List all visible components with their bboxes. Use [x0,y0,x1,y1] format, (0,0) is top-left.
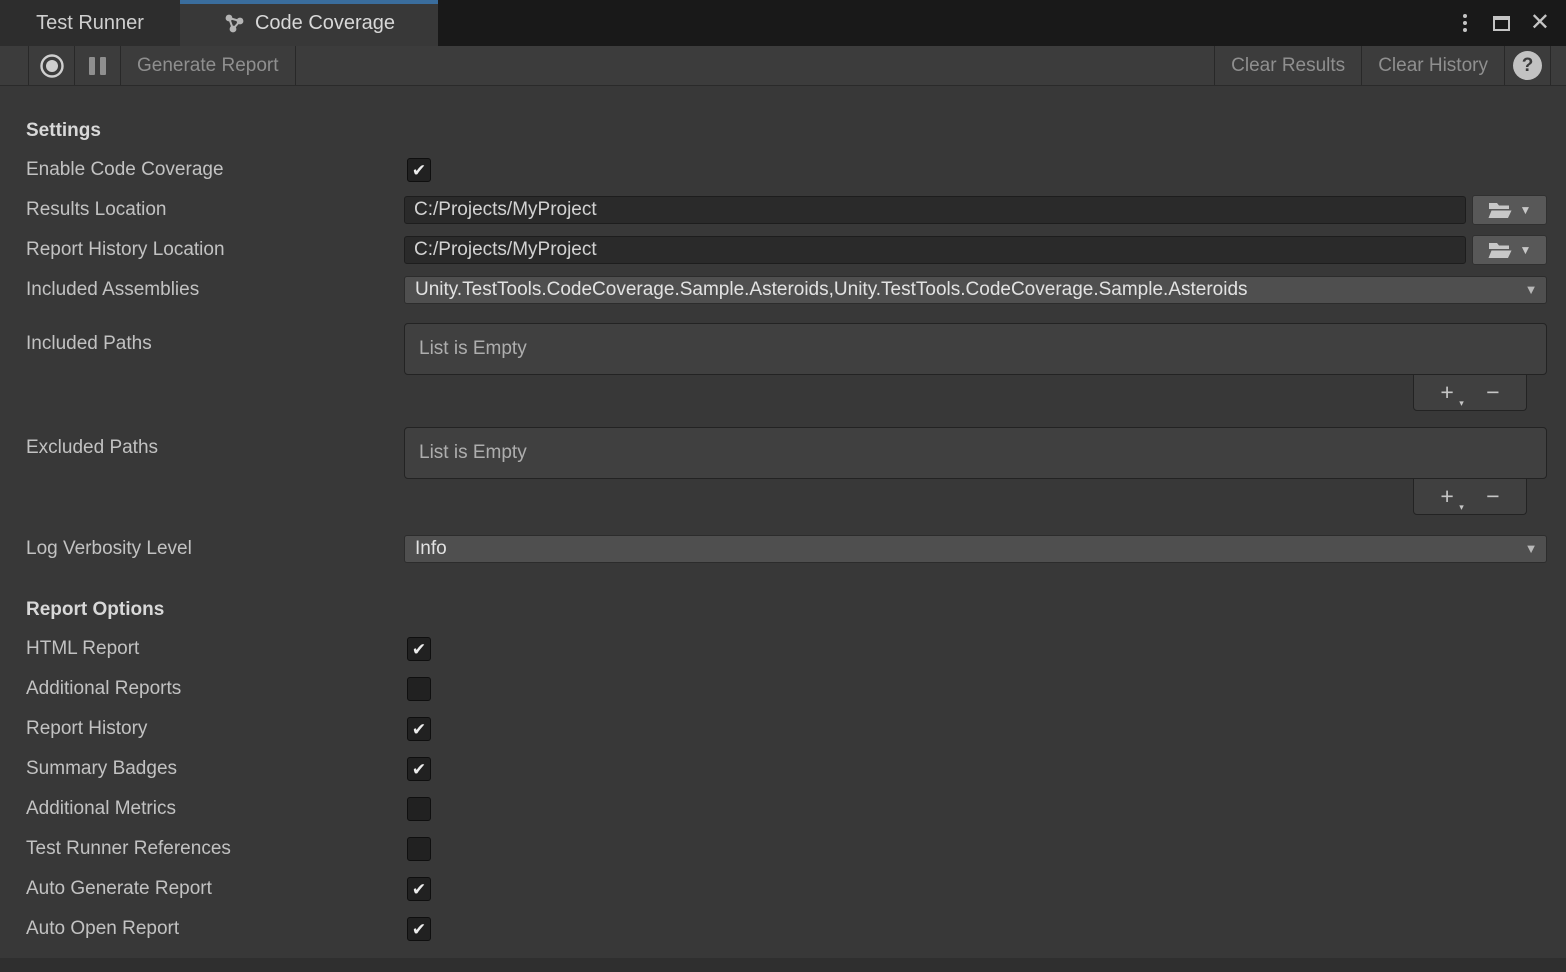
add-dropdown-caret-icon: ▾ [1459,503,1464,512]
record-button[interactable] [28,46,74,85]
toolbar: Generate Report Clear Results Clear Hist… [0,46,1566,86]
report-history-location-input[interactable]: C:/Projects/MyProject [404,236,1466,264]
report-history-row: Report History ✔ [26,709,1547,749]
toolbar-end-spacer [1550,46,1566,85]
included-assemblies-row: Included Assemblies Unity.TestTools.Code… [26,270,1547,310]
report-history-location-browse-button[interactable]: ▼ [1472,235,1547,265]
html-report-checkbox[interactable]: ✔ [407,637,431,661]
generate-report-label: Generate Report [137,55,279,77]
add-dropdown-caret-icon: ▾ [1459,399,1464,408]
folder-icon [1488,202,1512,219]
toolbar-lead-spacer [0,46,28,85]
auto-generate-report-label: Auto Generate Report [26,878,404,900]
enable-code-coverage-label: Enable Code Coverage [26,159,404,181]
results-location-input[interactable]: C:/Projects/MyProject [404,196,1466,224]
chevron-down-icon: ▼ [1517,278,1545,302]
window-controls: ✕ [1457,0,1566,46]
pause-icon [89,57,106,75]
included-paths-list[interactable]: List is Empty [404,323,1547,375]
window-menu-icon[interactable] [1457,10,1473,36]
log-verbosity-value: Info [415,538,447,559]
report-history-location-label: Report History Location [26,239,404,261]
report-history-checkbox[interactable]: ✔ [407,717,431,741]
generate-report-button[interactable]: Generate Report [120,46,295,85]
folder-icon [1488,242,1512,259]
tab-test-runner-label: Test Runner [36,12,144,35]
included-assemblies-value: Unity.TestTools.CodeCoverage.Sample.Aste… [415,279,1248,300]
clear-results-button[interactable]: Clear Results [1214,46,1361,85]
excluded-paths-label: Excluded Paths [26,427,404,479]
additional-reports-label: Additional Reports [26,678,404,700]
code-coverage-panel: Settings Enable Code Coverage ✔ Results … [0,118,1566,949]
auto-open-report-row: Auto Open Report ✔ [26,909,1547,949]
settings-header: Settings [26,118,1547,144]
status-strip [0,958,1566,972]
included-paths-empty-text: List is Empty [419,338,527,360]
log-verbosity-dropdown[interactable]: Info ▼ [404,535,1547,563]
test-runner-references-label: Test Runner References [26,838,404,860]
help-icon: ? [1513,51,1542,80]
summary-badges-checkbox[interactable]: ✔ [407,757,431,781]
pause-button[interactable] [74,46,120,85]
help-button[interactable]: ? [1504,46,1550,85]
add-excluded-path-button[interactable]: +▾ [1434,485,1459,508]
clear-history-label: Clear History [1378,55,1488,77]
clear-history-button[interactable]: Clear History [1361,46,1504,85]
auto-generate-report-checkbox[interactable]: ✔ [407,877,431,901]
code-coverage-icon [223,12,246,35]
code-coverage-window: Test Runner Code Coverage ✕ [0,0,1566,972]
report-history-location-row: Report History Location C:/Projects/MyPr… [26,230,1547,270]
report-options-header: Report Options [26,597,1547,623]
auto-open-report-label: Auto Open Report [26,918,404,940]
excluded-paths-empty-text: List is Empty [419,442,527,464]
auto-generate-report-row: Auto Generate Report ✔ [26,869,1547,909]
included-paths-label: Included Paths [26,323,404,375]
additional-metrics-checkbox[interactable] [407,797,431,821]
test-runner-references-row: Test Runner References [26,829,1547,869]
summary-badges-row: Summary Badges ✔ [26,749,1547,789]
included-paths-block: Included Paths List is Empty +▾ − [26,323,1547,375]
chevron-down-icon: ▼ [1517,537,1545,561]
results-location-browse-button[interactable]: ▼ [1472,195,1547,225]
test-runner-references-checkbox[interactable] [407,837,431,861]
additional-metrics-row: Additional Metrics [26,789,1547,829]
tab-test-runner[interactable]: Test Runner [0,0,180,46]
included-paths-list-footer: +▾ − [1413,375,1527,411]
record-icon [38,52,66,80]
log-verbosity-row: Log Verbosity Level Info ▼ [26,529,1547,569]
enable-code-coverage-row: Enable Code Coverage ✔ [26,150,1547,190]
results-location-label: Results Location [26,199,404,221]
enable-code-coverage-checkbox[interactable]: ✔ [407,158,431,182]
additional-reports-row: Additional Reports [26,669,1547,709]
results-location-row: Results Location C:/Projects/MyProject ▼ [26,190,1547,230]
clear-results-label: Clear Results [1231,55,1345,77]
tab-code-coverage[interactable]: Code Coverage [180,0,438,46]
excluded-paths-list[interactable]: List is Empty [404,427,1547,479]
included-assemblies-label: Included Assemblies [26,279,404,301]
excluded-paths-block: Excluded Paths List is Empty +▾ − [26,427,1547,479]
folder-dropdown-arrow-icon: ▼ [1520,243,1532,257]
additional-metrics-label: Additional Metrics [26,798,404,820]
tab-bar: Test Runner Code Coverage ✕ [0,0,1566,46]
toolbar-middle-spacer [296,46,1215,85]
additional-reports-checkbox[interactable] [407,677,431,701]
report-history-label: Report History [26,718,404,740]
auto-open-report-checkbox[interactable]: ✔ [407,917,431,941]
tab-code-coverage-label: Code Coverage [255,12,395,35]
log-verbosity-label: Log Verbosity Level [26,538,404,560]
tabbar-spacer [438,0,1457,46]
excluded-paths-list-footer: +▾ − [1413,479,1527,515]
html-report-row: HTML Report ✔ [26,629,1547,669]
add-included-path-button[interactable]: +▾ [1434,381,1459,404]
remove-excluded-path-button[interactable]: − [1480,485,1505,508]
remove-included-path-button[interactable]: − [1480,381,1505,404]
html-report-label: HTML Report [26,638,404,660]
maximize-icon[interactable] [1493,16,1510,31]
close-icon[interactable]: ✕ [1530,11,1550,35]
included-assemblies-dropdown[interactable]: Unity.TestTools.CodeCoverage.Sample.Aste… [404,276,1547,304]
folder-dropdown-arrow-icon: ▼ [1520,203,1532,217]
summary-badges-label: Summary Badges [26,758,404,780]
